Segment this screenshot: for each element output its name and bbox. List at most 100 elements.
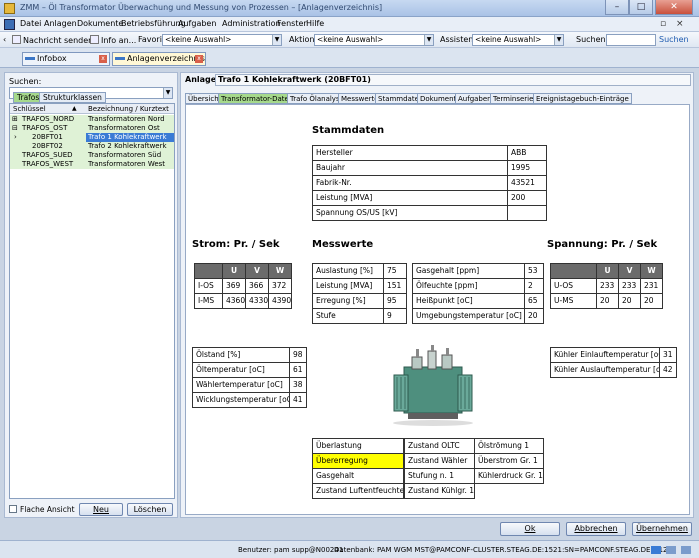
tree-row-text: Transformatoren West xyxy=(88,160,166,168)
menu-hilfe[interactable]: Hilfe xyxy=(306,19,324,28)
transformer-data-content: Stammdaten Hersteller ABB Baujahr 1995 F… xyxy=(185,104,690,515)
envelope-icon xyxy=(12,35,21,44)
spannung-cell: 20 xyxy=(640,293,663,309)
spannung-header-blank xyxy=(550,263,597,279)
strom-header-u: U xyxy=(222,263,246,279)
apply-button[interactable]: Übernehmen xyxy=(632,522,692,536)
favorit-value: <keine Auswahl> xyxy=(165,35,232,44)
strom-cell: 369 xyxy=(222,278,246,294)
strom-cell: 4390 xyxy=(268,293,292,309)
messwert-label: Gasgehalt [ppm] xyxy=(412,263,525,279)
assistent-select[interactable]: <keine Auswahl> ▼ xyxy=(472,34,564,46)
tree-row-text: Transformatoren Süd xyxy=(88,151,162,159)
menu-aufgaben[interactable]: Aufgaben xyxy=(178,19,216,28)
messwert-label: Auslastung [%] xyxy=(312,263,384,279)
tree-row-key: 20BFT01 xyxy=(32,133,63,141)
info-button[interactable]: Info an... xyxy=(90,35,136,45)
cooler-label: Kühler Auslauftemperatur [oC] xyxy=(550,362,660,378)
favorit-select[interactable]: <keine Auswahl> ▼ xyxy=(162,34,282,46)
tab-aufgaben[interactable]: Aufgaben xyxy=(455,93,495,104)
spannung-cell: 231 xyxy=(640,278,663,294)
temperature-value: 38 xyxy=(289,377,307,393)
cancel-button[interactable]: Abbrechen xyxy=(566,522,626,536)
close-icon[interactable]: x xyxy=(195,55,203,63)
chevron-down-icon[interactable]: ▼ xyxy=(554,35,563,45)
tree-row[interactable]: TRAFOS_SUED Transformatoren Süd xyxy=(10,151,174,160)
minimize-button[interactable]: – xyxy=(605,0,629,15)
status-user: Benutzer: pam supp@N00241 xyxy=(238,546,344,554)
expand-icon[interactable]: ⊞ xyxy=(12,115,18,124)
strom-title: Strom: Pr. / Sek xyxy=(192,239,280,250)
alarm-cell: Ölströmung 1 xyxy=(474,438,544,454)
tab-strukturklassen[interactable]: Strukturklassen xyxy=(39,92,106,103)
column-bezeichnung[interactable]: Bezeichnung / Kurztext xyxy=(88,104,169,114)
send-message-button[interactable]: Nachricht senden xyxy=(12,35,93,45)
menu-administration[interactable]: Administration xyxy=(222,19,281,28)
temperature-value: 41 xyxy=(289,392,307,408)
chevron-down-icon[interactable]: ▼ xyxy=(424,35,433,45)
menu-fenster[interactable]: Fenster xyxy=(277,19,307,28)
strom-header-blank xyxy=(194,263,223,279)
ok-button[interactable]: Ok xyxy=(500,522,560,536)
column-schluessel[interactable]: Schlüssel xyxy=(13,104,46,114)
flat-view-checkbox[interactable]: Flache Ansicht xyxy=(9,505,75,514)
alarm-cell: Überlastung xyxy=(312,438,404,454)
checkbox-icon[interactable] xyxy=(9,505,17,513)
collapse-icon[interactable]: ⊟ xyxy=(12,124,18,133)
tab-transformator-daten[interactable]: Transformator-Daten xyxy=(218,93,297,104)
alarm-cell: Gasgehalt xyxy=(312,468,404,484)
aktion-select[interactable]: <keine Auswahl> ▼ xyxy=(314,34,434,46)
asset-tree: Schlüssel ▲ Bezeichnung / Kurztext ⊞ TRAF… xyxy=(9,103,175,499)
app-menu-icon[interactable] xyxy=(4,19,15,30)
restore-icon[interactable]: ▫ xyxy=(660,19,666,29)
tree-row[interactable]: 20BFT02 Trafo 2 Kohlekraftwerk xyxy=(10,142,174,151)
messwert-value: 20 xyxy=(524,308,544,324)
tree-row-key: TRAFOS_SUED xyxy=(22,151,73,159)
messwerte-title: Messwerte xyxy=(312,239,374,250)
flat-view-label: Flache Ansicht xyxy=(20,505,75,514)
toolbar-search-input[interactable] xyxy=(606,34,656,46)
tree-row-selected[interactable]: › 20BFT01 Trafo 1 Kohlekraftwerk xyxy=(10,133,174,142)
spannung-header-u: U xyxy=(596,263,619,279)
menu-dokumente[interactable]: Dokumente xyxy=(77,19,123,28)
tree-row[interactable]: ⊞ TRAFOS_NORD Transformatoren Nord xyxy=(10,115,174,124)
close-icon[interactable]: x xyxy=(99,55,107,63)
tree-row[interactable]: TRAFOS_WEST Transformatoren West xyxy=(10,160,174,169)
info-label: Info an... xyxy=(101,36,137,45)
document-tab-strip: Infobox x Anlagenverzeichnis x xyxy=(0,48,699,68)
new-button[interactable]: Neu xyxy=(79,503,123,516)
stammdaten-title: Stammdaten xyxy=(312,125,385,136)
tree-row[interactable]: ⊟ TRAFOS_OST Transformatoren Ost xyxy=(10,124,174,133)
maximize-button[interactable]: □ xyxy=(629,0,653,15)
cancel-label: Abbrechen xyxy=(574,524,618,533)
assistent-value: <keine Auswahl> xyxy=(475,35,542,44)
chevron-down-icon[interactable]: ▼ xyxy=(272,35,281,45)
anlage-field: Trafo 1 Kohlekraftwerk (20BFT01) xyxy=(215,74,691,86)
spannung-header-w: W xyxy=(640,263,663,279)
tab-infobox-label: Infobox xyxy=(37,54,67,63)
transformer-image xyxy=(393,345,473,426)
window-icon xyxy=(25,57,35,60)
tree-row-key: TRAFOS_OST xyxy=(22,124,68,132)
status-icon xyxy=(681,546,691,554)
menu-betriebsfuehrung[interactable]: Betriebsführung xyxy=(121,19,186,28)
suchen-label: Suchen: xyxy=(576,35,609,44)
tab-anlagenverzeichnis[interactable]: Anlagenverzeichnis x xyxy=(112,52,206,66)
chevron-down-icon[interactable]: ▼ xyxy=(163,88,172,98)
close-button[interactable]: ✕ xyxy=(655,0,693,15)
tab-infobox[interactable]: Infobox x xyxy=(22,52,110,66)
cooler-value: 31 xyxy=(659,347,677,363)
tree-row-key: 20BFT02 xyxy=(32,142,63,150)
status-icon xyxy=(666,546,676,554)
search-button[interactable]: Suchen xyxy=(659,35,689,44)
cooler-label: Kühler Einlauftemperatur [oC] xyxy=(550,347,660,363)
menu-anlagen[interactable]: Anlagen xyxy=(44,19,77,28)
tab-ereignistagebuch[interactable]: Ereignistagebuch-Einträge xyxy=(533,93,632,104)
delete-button[interactable]: Löschen xyxy=(127,503,173,516)
status-database: Datenbank: PAM WGM MST@PAMCONF-CLUSTER.S… xyxy=(334,546,672,554)
menu-datei[interactable]: Datei xyxy=(20,19,41,28)
assistent-label: Assistent xyxy=(440,35,477,44)
alarm-cell: Zustand Kühlgr. 1 xyxy=(404,483,475,499)
mdi-close-icon[interactable]: × xyxy=(676,19,684,29)
tree-row-text: Trafo 2 Kohlekraftwerk xyxy=(88,142,167,150)
